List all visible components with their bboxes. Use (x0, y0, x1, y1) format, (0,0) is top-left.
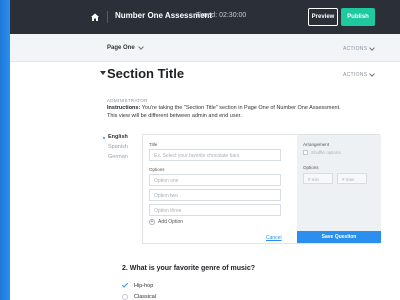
language-item-english[interactable]: English (108, 134, 128, 144)
timer-text: Timed: 02:30:00 (196, 12, 247, 19)
shuffle-label: Shuffle options (311, 150, 341, 155)
section-header: Section Title ACTIONS (10, 62, 400, 90)
collapse-caret-icon[interactable] (100, 71, 106, 75)
section-actions-menu[interactable]: ACTIONS (343, 71, 376, 78)
instructions-body: You're taking the "Section Title" sectio… (107, 105, 341, 119)
option-input-2[interactable]: Option two (149, 189, 281, 201)
page-actions-menu[interactable]: ACTIONS (343, 45, 376, 52)
instructions-text: Instructions: You're taking the "Section… (107, 104, 347, 120)
answer-list: Hip-hop Classical (121, 280, 156, 300)
topbar-divider (107, 11, 108, 23)
top-bar: Number One Assessment Timed: 02:30:00 Pr… (10, 0, 400, 34)
home-icon[interactable] (90, 12, 100, 22)
preview-button[interactable]: Preview (308, 8, 338, 26)
editor-main-panel: Title Ex. Select your favorite chocolate… (143, 135, 297, 243)
max-input[interactable]: # max (337, 173, 367, 184)
page-select-label: Page One (107, 45, 135, 51)
publish-button[interactable]: Publish (341, 8, 375, 26)
radio-icon (122, 293, 128, 300)
answer-option[interactable]: Hip-hop (121, 280, 156, 291)
page-selector-row: Page One ACTIONS (10, 34, 400, 62)
chevron-down-icon (369, 45, 376, 51)
chevron-down-icon (137, 44, 144, 50)
title-label: Title (149, 142, 158, 147)
answer-label: Hip-hop (134, 282, 154, 289)
role-label: ADMINISTRATOR (107, 98, 148, 103)
min-input[interactable]: # min (303, 173, 333, 184)
option-input-3[interactable]: Option three (149, 204, 281, 216)
app-window: Number One Assessment Timed: 02:30:00 Pr… (10, 0, 400, 300)
language-item-german[interactable]: German (108, 154, 128, 164)
save-question-button[interactable]: Save Question (297, 231, 381, 243)
shuffle-checkbox-row[interactable]: Shuffle options (303, 150, 375, 155)
answer-option[interactable]: Classical (122, 291, 156, 300)
page-actions-label: ACTIONS (343, 46, 368, 52)
chevron-down-icon (369, 71, 376, 77)
background-edge (0, 0, 10, 300)
editor-settings-panel: Arrangement Shuffle options Options # mi… (297, 135, 381, 243)
plus-icon: + (149, 219, 155, 225)
options-label: Options (149, 167, 165, 172)
page-select[interactable]: Page One (107, 44, 144, 51)
check-icon (121, 281, 129, 288)
title-input[interactable]: Ex. Select your favorite chocolate bars (149, 149, 281, 161)
arrangement-label: Arrangement (303, 142, 330, 147)
question-title: 2. What is your favorite genre of music? (122, 265, 256, 272)
cancel-link[interactable]: Cancel (266, 235, 282, 241)
add-option-label: Add Option (158, 219, 184, 225)
answer-label: Classical (134, 293, 157, 300)
options-count-label: Options (303, 165, 319, 170)
section-actions-label: ACTIONS (343, 72, 368, 78)
section-title: Section Title (107, 66, 185, 81)
option-input-1[interactable]: Option one (149, 174, 281, 186)
add-option-button[interactable]: + Add Option (149, 219, 291, 225)
language-item-spanish[interactable]: Spanish (108, 144, 128, 154)
question-editor: Title Ex. Select your favorite chocolate… (142, 134, 381, 244)
instructions-heading: Instructions: (107, 105, 141, 111)
shuffle-checkbox[interactable] (303, 150, 308, 155)
min-max-fields: # min # max (303, 173, 375, 184)
language-list: English Spanish German (108, 134, 128, 164)
